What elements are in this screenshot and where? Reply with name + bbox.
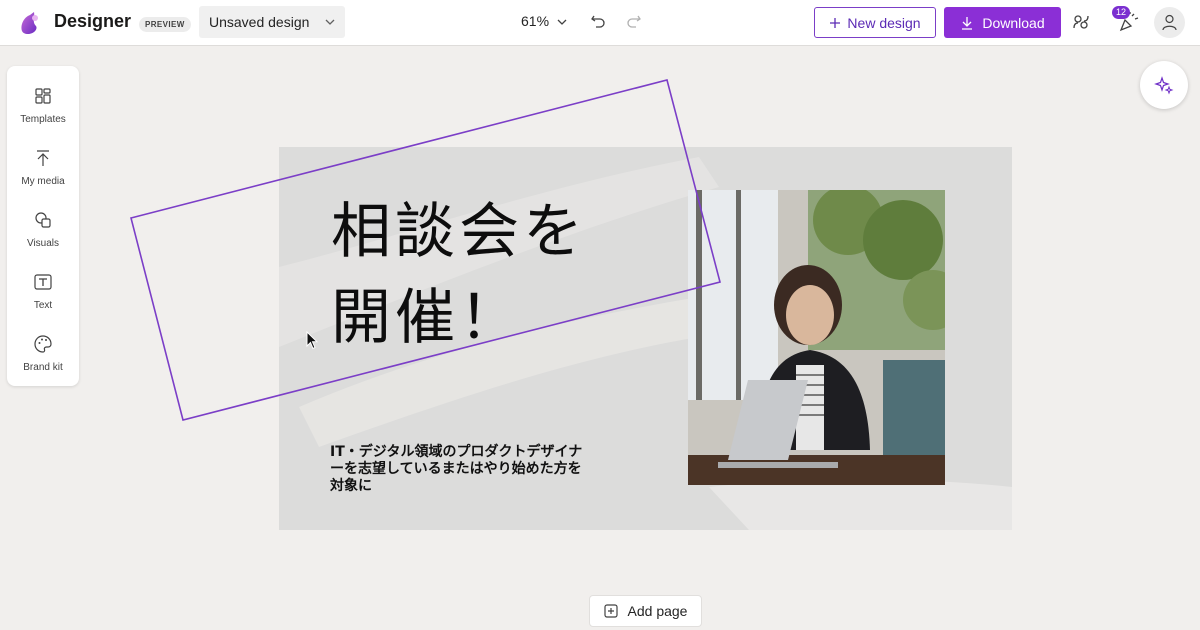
text-icon (34, 274, 52, 290)
person-icon (1162, 14, 1177, 31)
sidebar-item-label: Brand kit (23, 362, 63, 373)
headline-text[interactable]: 相談会を 開催！ (331, 189, 651, 361)
undo-icon[interactable] (590, 13, 606, 29)
upload-icon (37, 150, 49, 166)
design-name-dropdown[interactable]: Unsaved design (199, 6, 345, 38)
sidebar-item-my-media[interactable]: My media (7, 140, 79, 198)
mouse-cursor-icon (306, 331, 318, 350)
download-button[interactable]: Download (944, 7, 1061, 38)
redo-icon[interactable] (626, 13, 642, 29)
plus-icon (830, 17, 841, 28)
subtext[interactable]: IT・デジタル領域のプロダクトデザイナーを志望しているまたはやり始めた方を対象に (330, 444, 592, 495)
sidebar-item-label: Text (33, 300, 53, 311)
avatar[interactable] (1154, 7, 1185, 38)
sidebar-item-visuals[interactable]: Visuals (7, 202, 79, 260)
palette-icon (34, 335, 52, 353)
sidebar-item-label: Templates (20, 114, 66, 125)
design-name-label: Unsaved design (209, 14, 310, 30)
add-page-icon (603, 604, 618, 618)
headline-line-1: 相談会を (331, 197, 587, 267)
sidebar-item-brand-kit[interactable]: Brand kit (7, 326, 79, 384)
woman-laptop-photo[interactable] (688, 190, 945, 485)
photo-illustration (688, 190, 945, 485)
tools-sidebar: Templates My media Visuals Text Brand ki… (7, 66, 79, 386)
design-page[interactable]: 相談会を 開催！ IT・デジタル領域のプロダクトデザイナーを志望しているまたはや… (279, 147, 1012, 530)
chevron-down-icon (325, 19, 335, 25)
sparkle-icon (1154, 76, 1174, 95)
download-icon (962, 16, 973, 30)
notification-count-badge: 12 (1112, 6, 1130, 19)
zoom-level[interactable]: 61% (521, 13, 549, 29)
sidebar-item-label: Visuals (26, 238, 60, 249)
visuals-icon (35, 212, 51, 228)
sidebar-item-label: My media (21, 176, 65, 187)
app-title: Designer (54, 11, 132, 31)
designer-logo-icon[interactable] (16, 9, 44, 37)
add-page-label: Add page (627, 603, 688, 619)
download-label: Download (982, 14, 1045, 31)
sidebar-item-templates[interactable]: Templates (7, 78, 79, 136)
sidebar-item-text[interactable]: Text (7, 264, 79, 322)
new-design-label: New design (847, 14, 921, 31)
templates-icon (35, 88, 51, 104)
design-ideas-button[interactable] (1140, 61, 1188, 109)
new-design-button[interactable]: New design (814, 7, 936, 38)
headline-line-2: 開催！ (331, 283, 523, 353)
add-page-button[interactable]: Add page (589, 595, 702, 627)
top-bar: Designer PREVIEW Unsaved design 61% New … (0, 0, 1200, 46)
preview-badge: PREVIEW (139, 17, 191, 32)
share-icon[interactable] (1071, 12, 1091, 32)
zoom-chevron-down-icon[interactable] (557, 18, 567, 26)
